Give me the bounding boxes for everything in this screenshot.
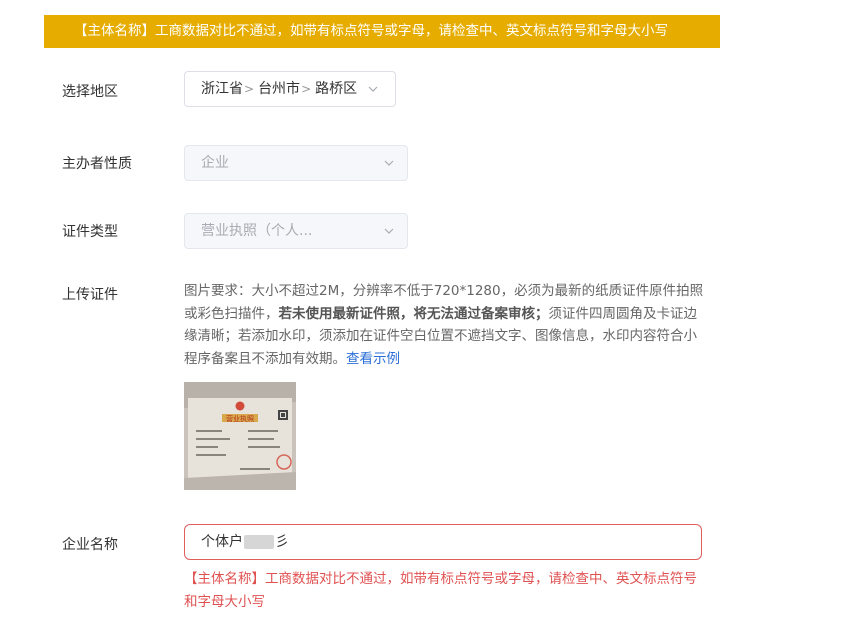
region-label: 选择地区 bbox=[62, 84, 118, 100]
sponsor-type-value: 企业 bbox=[201, 155, 229, 171]
chevron-right-icon: > bbox=[301, 82, 312, 96]
company-name-suffix: 彡 bbox=[275, 534, 289, 550]
upload-requirements: 图片要求：大小不超过2M，分辨率不低于720*1280，必须为最新的纸质证件原件… bbox=[184, 280, 706, 370]
cert-type-select[interactable]: 营业执照（个人... bbox=[184, 213, 408, 249]
view-example-link[interactable]: 查看示例 bbox=[346, 351, 400, 367]
chevron-right-icon: > bbox=[244, 82, 255, 96]
sponsor-type-select[interactable]: 企业 bbox=[184, 145, 408, 181]
filing-form: 【主体名称】工商数据对比不通过，如带有标点符号或字母，请检查中、英文标点符号和字… bbox=[0, 0, 842, 626]
region-province: 浙江省 bbox=[201, 81, 243, 97]
cert-type-value: 营业执照（个人... bbox=[201, 223, 313, 239]
chevron-down-icon bbox=[384, 228, 394, 234]
company-name-prefix: 个体户 bbox=[201, 534, 243, 550]
company-name-error: 【主体名称】工商数据对比不通过，如带有标点符号或字母，请检查中、英文标点符号和字… bbox=[184, 571, 697, 610]
requirements-warning: 若未使用最新证件照，将无法通过备案审核； bbox=[278, 305, 549, 322]
sponsor-type-label: 主办者性质 bbox=[62, 156, 132, 172]
uploaded-license-thumbnail[interactable]: 营业执照 bbox=[184, 382, 296, 490]
company-name-label: 企业名称 bbox=[62, 537, 118, 553]
chevron-down-icon bbox=[384, 160, 394, 166]
license-image: 营业执照 bbox=[184, 382, 296, 490]
region-district: 路桥区 bbox=[315, 81, 358, 97]
region-city: 台州市 bbox=[258, 81, 301, 97]
chevron-down-icon bbox=[368, 86, 378, 92]
license-title: 营业执照 bbox=[226, 414, 254, 423]
redacted-mask bbox=[244, 535, 274, 549]
region-value: 浙江省> 台州市> 路桥区 bbox=[201, 72, 357, 106]
company-name-input[interactable]: 个体户 彡 bbox=[184, 524, 702, 560]
company-name-value: 个体户 彡 bbox=[201, 525, 289, 559]
cert-type-label: 证件类型 bbox=[62, 224, 118, 240]
region-select[interactable]: 浙江省> 台州市> 路桥区 bbox=[184, 71, 396, 107]
error-banner: 【主体名称】工商数据对比不通过，如带有标点符号或字母，请检查中、英文标点符号和字… bbox=[44, 15, 720, 48]
upload-label: 上传证件 bbox=[62, 287, 118, 303]
